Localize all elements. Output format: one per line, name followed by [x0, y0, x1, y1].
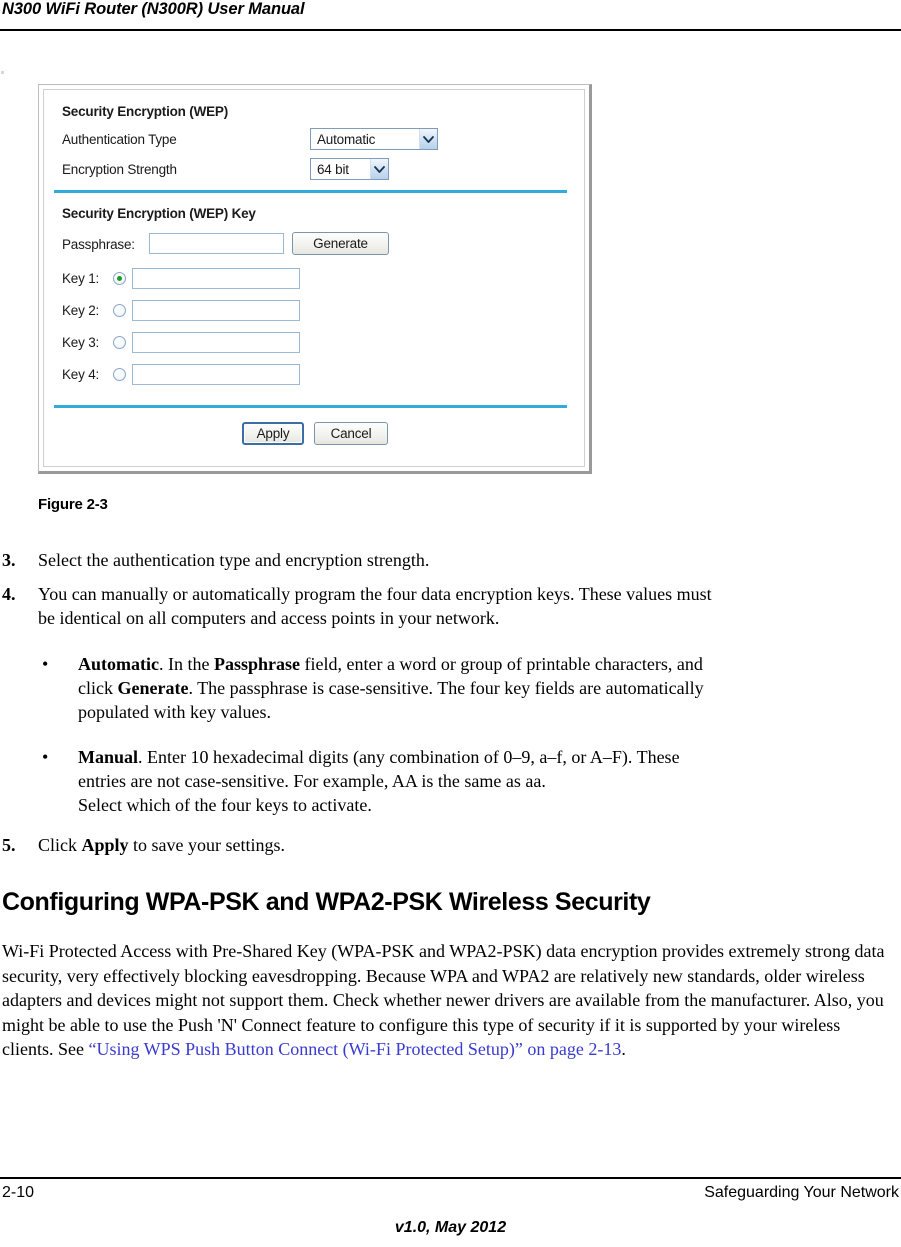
footer-divider-rule: [0, 1177, 901, 1179]
key-1-input[interactable]: [132, 268, 300, 289]
chevron-down-icon: [419, 129, 437, 149]
section-heading: Configuring WPA-PSK and WPA2-PSK Wireles…: [2, 888, 651, 916]
header-divider-rule: [0, 29, 901, 31]
bullet-manual: Manual. Enter 10 hexadecimal digits (any…: [78, 745, 888, 817]
key-4-radio[interactable]: [113, 368, 126, 381]
bullet-automatic-line2-post: . The passphrase is case-sensitive. The …: [188, 678, 704, 698]
step-5-apply: Apply: [81, 835, 129, 855]
key-4-input[interactable]: [132, 364, 300, 385]
bullet-manual-lead: Manual: [78, 747, 139, 767]
stray-mark: [1, 71, 4, 74]
footer-version: v1.0, May 2012: [394, 1219, 507, 1236]
passphrase-input[interactable]: [149, 233, 284, 254]
step-5-number: 5.: [2, 835, 16, 855]
key-4-label: Key 4:: [62, 367, 100, 382]
authentication-type-label: Authentication Type: [62, 132, 177, 147]
cancel-button-label: Cancel: [330, 426, 372, 441]
step-3-text: Select the authentication type and encry…: [38, 550, 430, 570]
section-paragraph: Wi-Fi Protected Access with Pre-Shared K…: [2, 939, 892, 1062]
step-4-line-2: be identical on all computers and access…: [38, 608, 500, 628]
authentication-type-value: Automatic: [317, 131, 376, 147]
bullet-automatic-passphrase: Passphrase: [213, 654, 300, 674]
bullet-automatic-lead: Automatic: [78, 654, 159, 674]
screenshot-inner-panel: Security Encryption (WEP) Authentication…: [43, 89, 585, 467]
key-1-label: Key 1:: [62, 271, 100, 286]
section-paragraph-end: .: [621, 1039, 626, 1059]
bullet-manual-line3: Select which of the four keys to activat…: [78, 795, 372, 815]
security-encryption-wep-heading: Security Encryption (WEP): [62, 104, 229, 119]
step-5-pre: Click: [38, 835, 82, 855]
bullet-automatic-t2: field, enter a word or group of printabl…: [299, 654, 703, 674]
encryption-strength-label: Encryption Strength: [62, 162, 177, 177]
router-admin-screenshot: Security Encryption (WEP) Authentication…: [38, 84, 592, 474]
authentication-type-select[interactable]: Automatic: [310, 128, 438, 150]
footer-page-number: 2-10: [2, 1184, 35, 1201]
encryption-strength-select[interactable]: 64 bit: [310, 158, 389, 180]
key-3-radio[interactable]: [113, 336, 126, 349]
key-1-radio[interactable]: [113, 272, 126, 285]
key-3-input[interactable]: [132, 332, 300, 353]
chevron-down-icon: [370, 159, 388, 179]
bullet-automatic: Automatic. In the Passphrase field, ente…: [78, 652, 888, 724]
generate-button-label: Generate: [313, 236, 368, 251]
key-3-label: Key 3:: [62, 335, 100, 350]
step-4-text: You can manually or automatically progra…: [38, 582, 898, 630]
section-divider-bottom: [54, 405, 567, 408]
bullet-automatic-line2-pre: click: [78, 678, 118, 698]
generate-button[interactable]: Generate: [292, 232, 389, 255]
bullet-marker: •: [42, 747, 49, 767]
bullet-automatic-line3: populated with key values.: [78, 702, 271, 722]
step-5-post: to save your settings.: [128, 835, 286, 855]
bullet-manual-line2: entries are not case-sensitive. For exam…: [78, 771, 546, 791]
step-3-number: 3.: [2, 550, 16, 570]
step-4-number: 4.: [2, 584, 16, 604]
apply-button[interactable]: Apply: [242, 422, 304, 445]
passphrase-label: Passphrase:: [62, 237, 135, 252]
bullet-automatic-t1: . In the: [158, 654, 214, 674]
step-4-line-1: You can manually or automatically progra…: [38, 584, 712, 604]
apply-button-label: Apply: [256, 426, 290, 441]
key-2-radio[interactable]: [113, 304, 126, 317]
key-2-input[interactable]: [132, 300, 300, 321]
cancel-button[interactable]: Cancel: [314, 422, 388, 445]
footer-chapter-name: Safeguarding Your Network: [704, 1184, 899, 1201]
encryption-strength-value: 64 bit: [317, 161, 349, 177]
section-divider-top: [54, 190, 567, 193]
manual-title: N300 WiFi Router (N300R) User Manual: [2, 0, 305, 18]
bullet-automatic-generate: Generate: [117, 678, 189, 698]
cross-reference-link[interactable]: “Using WPS Push Button Connect (Wi-Fi Pr…: [88, 1039, 621, 1059]
bullet-manual-t1: . Enter 10 hexadecimal digits (any combi…: [138, 747, 680, 767]
security-encryption-wep-key-heading: Security Encryption (WEP) Key: [62, 206, 256, 221]
key-2-label: Key 2:: [62, 303, 100, 318]
bullet-marker: •: [42, 654, 49, 674]
page-header: N300 WiFi Router (N300R) User Manual: [0, 0, 901, 31]
figure-caption: Figure 2-3: [38, 496, 108, 513]
step-5-text: Click Apply to save your settings.: [38, 833, 285, 857]
